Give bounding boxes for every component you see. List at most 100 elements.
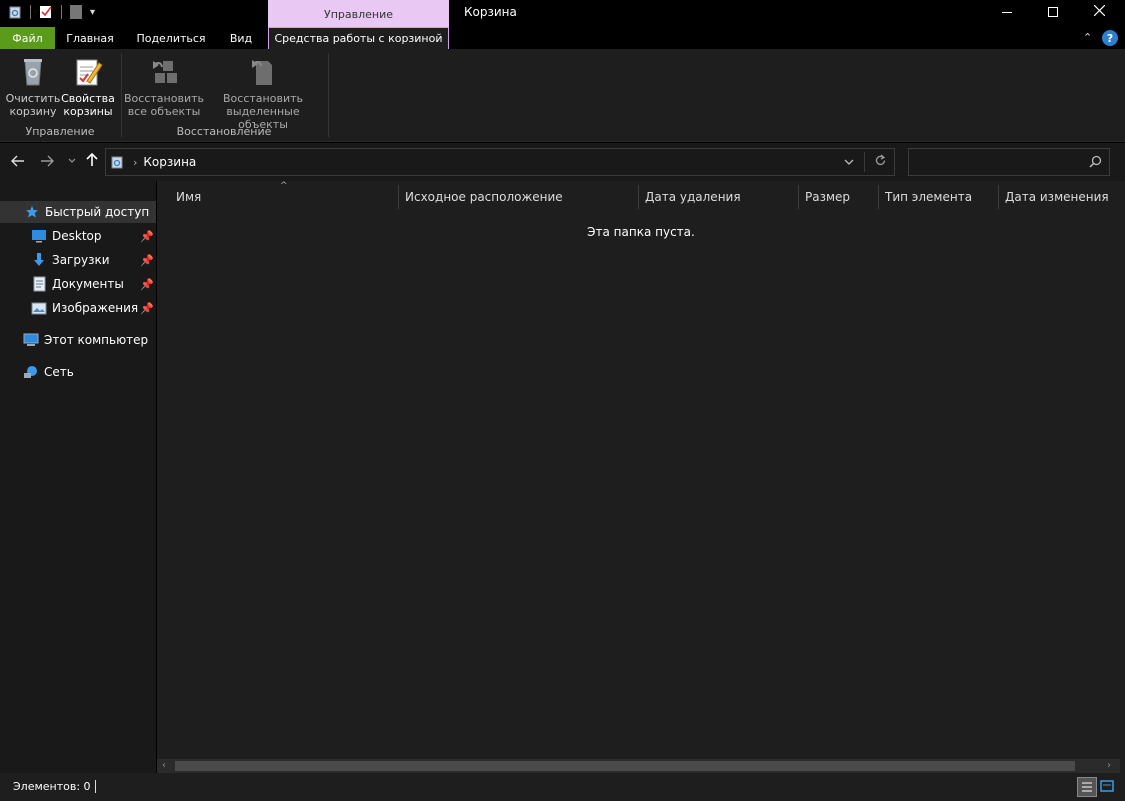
restore-selected-label-1: Восстановить [223, 92, 303, 105]
close-button[interactable] [1076, 0, 1122, 24]
scroll-right-icon[interactable]: › [1107, 760, 1111, 771]
column-separator[interactable] [638, 185, 639, 209]
ribbon: Очистить корзину Свойства корзины Управл… [0, 49, 1125, 142]
tab-recycle-bin-tools[interactable]: Средства работы с корзиной [268, 27, 449, 49]
column-separator[interactable] [798, 185, 799, 209]
column-header-size[interactable]: Размер [805, 185, 875, 209]
pin-icon: 📌 [140, 302, 154, 315]
maximize-button[interactable] [1030, 0, 1076, 24]
ribbon-group-manage: Управление [25, 125, 95, 138]
new-folder-icon[interactable] [70, 5, 82, 19]
bin-props-label-1: Свойства [61, 92, 115, 105]
forward-button[interactable] [37, 152, 57, 172]
search-box[interactable] [908, 148, 1110, 176]
column-header-date-modified[interactable]: Дата изменения [1005, 185, 1120, 209]
scrollbar-thumb[interactable] [175, 761, 1075, 771]
window-title: Корзина [464, 5, 517, 19]
nav-item-downloads[interactable]: Загрузки [31, 249, 110, 271]
pictures-icon [31, 300, 47, 316]
column-header-original-location[interactable]: Исходное расположение [405, 185, 635, 209]
tab-share[interactable]: Поделиться [126, 27, 216, 49]
nav-label: Загрузки [52, 253, 110, 267]
pin-icon: 📌 [140, 254, 154, 267]
column-header-name[interactable]: Имя [176, 185, 396, 209]
refresh-icon[interactable] [874, 154, 887, 170]
maximize-icon [1048, 7, 1058, 17]
nav-item-documents[interactable]: Документы [31, 273, 124, 295]
restore-selected-button[interactable]: Восстановить выделенные объекты [203, 55, 323, 131]
customize-qat-icon[interactable]: ▾ [90, 7, 95, 18]
column-separator[interactable] [878, 185, 879, 209]
address-bar[interactable]: › Корзина [105, 148, 895, 176]
minimize-button[interactable] [984, 0, 1030, 24]
navigation-bar: › Корзина [0, 143, 1125, 181]
help-icon[interactable]: ? [1102, 30, 1118, 46]
nav-item-quick-access[interactable]: Быстрый доступ [0, 201, 156, 223]
arrow-right-icon [40, 153, 54, 171]
item-count: Элементов: 0 [13, 780, 91, 793]
recent-locations-button[interactable] [62, 152, 82, 172]
navigation-pane: Быстрый доступ Desktop 📌 Загрузки 📌 Доку… [0, 181, 156, 773]
empty-bin-label-1: Очистить [5, 92, 61, 105]
tab-file[interactable]: Файл [0, 27, 55, 49]
column-separator[interactable] [998, 185, 999, 209]
qat-separator [61, 5, 62, 19]
properties-icon [71, 55, 105, 89]
horizontal-scrollbar[interactable]: ‹ › [157, 759, 1120, 773]
computer-icon [23, 332, 39, 348]
nav-label: Документы [52, 277, 124, 291]
pin-icon: 📌 [140, 230, 154, 243]
empty-bin-label-2: корзину [9, 105, 57, 118]
file-list[interactable]: ^ Имя Исходное расположение Дата удалени… [157, 181, 1125, 773]
empty-bin-icon [16, 55, 50, 89]
empty-recycle-bin-button[interactable]: Очистить корзину [5, 55, 61, 118]
restore-all-icon [147, 55, 181, 89]
large-icons-view-icon[interactable] [1100, 779, 1114, 796]
nav-item-this-pc[interactable]: Этот компьютер [23, 329, 148, 351]
back-button[interactable] [8, 152, 28, 172]
context-tab-header: Управление [268, 0, 449, 27]
nav-label: Сеть [44, 365, 74, 379]
properties-icon[interactable] [39, 5, 53, 19]
tab-home[interactable]: Главная [58, 27, 122, 49]
nav-item-desktop[interactable]: Desktop [31, 225, 102, 247]
document-icon [31, 276, 47, 292]
restore-all-button[interactable]: Восстановить все объекты [124, 55, 204, 118]
arrow-up-icon [86, 152, 98, 171]
restore-all-label-1: Восстановить [124, 92, 204, 105]
quick-access-toolbar: ▾ [8, 3, 95, 21]
nav-label: Изображения [52, 301, 139, 315]
nav-label: Этот компьютер [44, 333, 149, 347]
column-header-date-deleted[interactable]: Дата удаления [645, 185, 795, 209]
ribbon-tabs: Файл Главная Поделиться Вид Средства раб… [0, 27, 1125, 49]
address-history-button[interactable] [844, 155, 854, 169]
restore-selected-icon [246, 55, 280, 89]
collapse-ribbon-icon[interactable]: ⌃ [1083, 31, 1092, 44]
recycle-bin-icon [8, 5, 22, 19]
column-header-item-type[interactable]: Тип элемента [885, 185, 995, 209]
close-icon [1093, 4, 1105, 19]
column-separator[interactable] [398, 185, 399, 209]
pin-icon: 📌 [140, 278, 154, 291]
details-view-icon[interactable] [1077, 777, 1097, 797]
nav-label: Desktop [52, 229, 102, 243]
breadcrumb-chevron-icon[interactable]: › [133, 156, 137, 169]
arrow-left-icon [11, 153, 25, 171]
status-separator [95, 780, 96, 793]
scroll-left-icon[interactable]: ‹ [162, 760, 166, 771]
recycle-bin-properties-button[interactable]: Свойства корзины [61, 55, 115, 118]
desktop-icon [31, 228, 47, 244]
nav-item-network[interactable]: Сеть [23, 361, 74, 383]
up-button[interactable] [82, 152, 102, 172]
empty-folder-message: Эта папка пуста. [587, 225, 695, 239]
tab-view[interactable]: Вид [220, 27, 262, 49]
recycle-bin-icon [110, 155, 124, 169]
star-icon [24, 204, 40, 220]
search-input[interactable] [915, 154, 1075, 170]
nav-item-pictures[interactable]: Изображения [31, 297, 138, 319]
minimize-icon [1002, 11, 1012, 13]
download-icon [31, 252, 47, 268]
chevron-down-icon [68, 157, 76, 167]
breadcrumb-current[interactable]: Корзина [143, 155, 196, 169]
title-bar: ▾ Управление Корзина [0, 0, 1125, 27]
